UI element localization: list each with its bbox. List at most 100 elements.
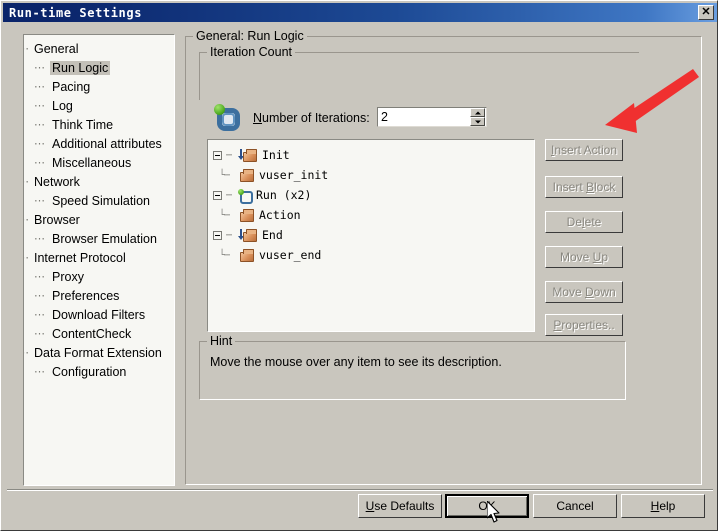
sidebar-item-label: Pacing: [52, 79, 91, 94]
sidebar-item-pacing[interactable]: ⋯ Pacing: [28, 77, 174, 96]
iteration-loop-icon: [213, 104, 243, 134]
action-tree-node-label: vuser_end: [259, 248, 322, 262]
stepper-buttons[interactable]: [470, 108, 485, 126]
tree-branch-icon: ⋯: [34, 118, 45, 131]
tree-branch-icon: ⋯: [34, 327, 45, 340]
tree-branch-icon: ⋯: [34, 194, 45, 207]
tree-collapse-icon[interactable]: [213, 230, 222, 240]
stepper-increment-button[interactable]: [470, 108, 485, 117]
tree-branch-icon: ⋯: [24, 346, 30, 359]
sidebar-item-label: Think Time: [52, 117, 114, 132]
tree-branch-icon: ⋯: [34, 365, 45, 378]
move-up-button[interactable]: Move Up: [545, 246, 623, 268]
action-tree-node[interactable]: └⋯ vuser_init: [213, 165, 534, 185]
iteration-count-group-label: Iteration Count: [207, 45, 295, 59]
button-label: OK: [478, 499, 496, 513]
action-tree-node[interactable]: ⋯ End: [213, 225, 534, 245]
tree-branch-icon: ⋯: [34, 137, 45, 150]
action-tree-node[interactable]: └⋯ Action: [213, 205, 534, 225]
sidebar-item-general[interactable]: ⋯ General: [24, 39, 174, 58]
button-label: Move Up: [559, 250, 609, 264]
button-label: Cancel: [556, 499, 594, 513]
sidebar-item-proxy[interactable]: ⋯ Proxy: [28, 267, 174, 286]
sidebar-item-label: Preferences: [52, 288, 120, 303]
tree-branch-icon: ⋯: [34, 308, 45, 321]
close-icon[interactable]: ✕: [698, 5, 714, 20]
run-logic-action-tree[interactable]: ⋯ Init └⋯ vuser_init ⋯ Run (x2) └⋯ Action ⋯ End └⋯…: [207, 139, 535, 332]
button-label: Help: [650, 499, 676, 513]
action-tree-list: ⋯ Init └⋯ vuser_init ⋯ Run (x2) └⋯ Action ⋯ End └⋯…: [208, 140, 534, 265]
sidebar-item-browser[interactable]: ⋯ Browser: [24, 210, 174, 229]
sidebar-item-log[interactable]: ⋯ Log: [28, 96, 174, 115]
settings-nav-list: ⋯ General ⋯ Run Logic ⋯ Pacing ⋯ Log ⋯ Think Time…: [24, 35, 174, 381]
settings-nav-panel[interactable]: ⋯ General ⋯ Run Logic ⋯ Pacing ⋯ Log ⋯ Think Time…: [23, 34, 175, 486]
run-logic-group-label: General: Run Logic: [193, 29, 307, 43]
action-tree-node[interactable]: ⋯ Init: [213, 145, 534, 165]
sidebar-item-label: ContentCheck: [52, 326, 132, 341]
title-bar: Run-time Settings ✕: [3, 3, 717, 22]
insert-action-button[interactable]: Insert Action: [545, 139, 623, 161]
insert-block-button[interactable]: Insert Block: [545, 176, 623, 198]
stepper-decrement-button[interactable]: [470, 117, 485, 126]
sidebar-item-contentcheck[interactable]: ⋯ ContentCheck: [28, 324, 174, 343]
sidebar-item-internet-protocol[interactable]: ⋯ Internet Protocol: [24, 248, 174, 267]
button-label: Insert Action: [550, 143, 618, 157]
sidebar-item-run-logic[interactable]: ⋯ Run Logic: [28, 58, 174, 77]
ok-button[interactable]: OK: [445, 494, 529, 518]
end-block-icon: [242, 228, 257, 242]
sidebar-item-miscellaneous[interactable]: ⋯ Miscellaneous: [28, 153, 174, 172]
hint-text: Move the mouse over any item to see its …: [210, 355, 502, 369]
action-tree-node-label: Run (x2): [256, 188, 312, 202]
sidebar-item-speed-simulation[interactable]: ⋯ Speed Simulation: [28, 191, 174, 210]
init-block-icon: [242, 148, 257, 162]
sidebar-item-think-time[interactable]: ⋯ Think Time: [28, 115, 174, 134]
sidebar-item-preferences[interactable]: ⋯ Preferences: [28, 286, 174, 305]
sidebar-item-label: Miscellaneous: [52, 155, 132, 170]
tree-branch-icon: ⋯: [34, 232, 45, 245]
sidebar-item-label: Configuration: [52, 364, 127, 379]
sidebar-item-data-format-extension[interactable]: ⋯ Data Format Extension: [24, 343, 174, 362]
number-of-iterations-label: Number of Iterations:: [253, 111, 370, 125]
button-label: Use Defaults: [365, 499, 435, 513]
brick-icon: [239, 208, 254, 222]
sidebar-item-label: Data Format Extension: [34, 345, 162, 360]
action-tree-node[interactable]: ⋯ Run (x2): [213, 185, 534, 205]
sidebar-item-label: Download Filters: [52, 307, 146, 322]
use-defaults-button[interactable]: Use Defaults: [358, 494, 442, 518]
sidebar-item-label: Network: [34, 174, 80, 189]
tree-branch-icon: ⋯: [226, 189, 232, 201]
sidebar-item-browser-emulation[interactable]: ⋯ Browser Emulation: [28, 229, 174, 248]
help-button[interactable]: Help: [621, 494, 705, 518]
sidebar-item-configuration[interactable]: ⋯ Configuration: [28, 362, 174, 381]
number-of-iterations-stepper[interactable]: [377, 107, 487, 127]
cancel-button[interactable]: Cancel: [533, 494, 617, 518]
move-down-button[interactable]: Move Down: [545, 281, 623, 303]
number-of-iterations-input[interactable]: [378, 108, 470, 126]
sidebar-item-network[interactable]: ⋯ Network: [24, 172, 174, 191]
properties-button[interactable]: Properties..: [545, 314, 623, 336]
brick-icon: [239, 248, 254, 262]
action-tree-node[interactable]: └⋯ vuser_end: [213, 245, 534, 265]
tree-collapse-icon[interactable]: [213, 150, 222, 160]
tree-branch-icon: ⋯: [24, 213, 30, 226]
sidebar-item-additional-attributes[interactable]: ⋯ Additional attributes: [28, 134, 174, 153]
tree-collapse-icon[interactable]: [213, 190, 222, 200]
sidebar-item-label: Internet Protocol: [34, 250, 126, 265]
delete-button[interactable]: Delete: [545, 211, 623, 233]
footer-separator: [7, 489, 713, 491]
tree-branch-icon: ⋯: [34, 156, 45, 169]
tree-branch-icon: ⋯: [24, 42, 30, 55]
sidebar-item-label: Log: [52, 98, 73, 113]
tree-branch-icon: └⋯: [219, 169, 230, 181]
tree-branch-icon: ⋯: [24, 175, 30, 188]
loop-icon: [238, 188, 253, 204]
sidebar-item-label: Browser Emulation: [52, 231, 157, 246]
tree-branch-icon: ⋯: [226, 149, 232, 161]
action-tree-node-label: vuser_init: [259, 168, 329, 182]
action-tree-node-label: Init: [262, 148, 290, 162]
tree-branch-icon: ⋯: [34, 80, 45, 93]
sidebar-item-download-filters[interactable]: ⋯ Download Filters: [28, 305, 174, 324]
run-time-settings-window: Run-time Settings ✕ ⋯ General ⋯ Run Logic ⋯ P…: [0, 0, 718, 531]
button-label: Insert Block: [552, 180, 616, 194]
sidebar-item-label: Run Logic: [50, 60, 111, 75]
